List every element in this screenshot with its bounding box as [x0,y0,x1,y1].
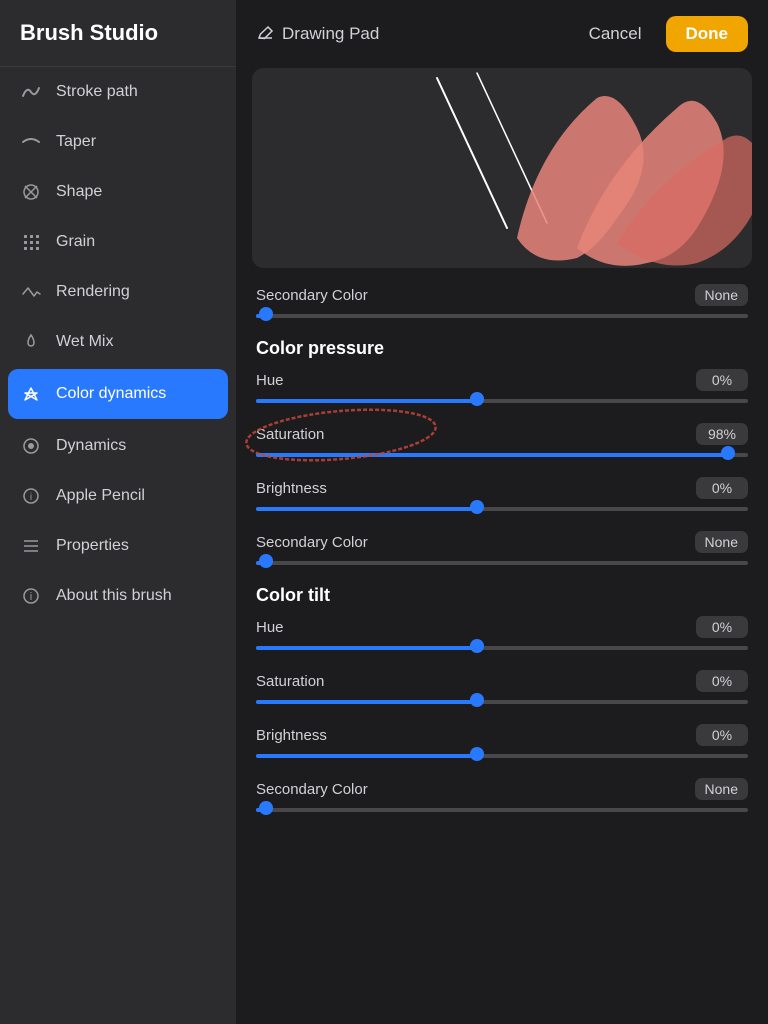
sidebar: Brush Studio Stroke path Taper Shape Gra… [0,0,236,1024]
ct-hue-slider[interactable] [256,644,748,652]
drawing-pad-header: Drawing Pad [256,24,379,44]
cp-secondary-value: None [695,531,748,553]
ct-secondary-slider[interactable] [256,806,748,814]
header: Drawing Pad Cancel Done [236,0,768,68]
sidebar-label-dynamics: Dynamics [56,437,126,455]
sidebar-label-apple-pencil: Apple Pencil [56,487,145,505]
sidebar-item-rendering[interactable]: Rendering [0,267,236,317]
sidebar-item-grain[interactable]: Grain [0,217,236,267]
dynamics-icon [20,435,42,457]
apple-pencil-icon: i [20,485,42,507]
sidebar-item-taper[interactable]: Taper [0,117,236,167]
cp-brightness-value: 0% [696,477,748,499]
sidebar-label-grain: Grain [56,233,95,251]
cp-hue-label: Hue [256,372,284,389]
sidebar-label-shape: Shape [56,183,102,201]
cp-saturation-thumb[interactable] [721,446,735,460]
secondary-color-top-header: Secondary Color None [256,284,748,306]
color-tilt-secondary-row: Secondary Color None [256,778,748,814]
ct-hue-value: 0% [696,616,748,638]
taper-icon [20,131,42,153]
ct-brightness-label: Brightness [256,727,327,744]
sidebar-item-dynamics[interactable]: Dynamics [0,421,236,471]
shape-icon [20,181,42,203]
color-dynamics-icon [20,383,42,405]
ct-brightness-thumb[interactable] [470,747,484,761]
color-pressure-section: Color pressure Hue 0% Saturation 98% [256,338,748,567]
secondary-color-top-value: None [695,284,748,306]
cp-saturation-value: 98% [696,423,748,445]
cp-brightness-slider[interactable] [256,505,748,513]
cp-saturation-slider[interactable] [256,451,748,459]
ct-secondary-value: None [695,778,748,800]
ct-saturation-slider[interactable] [256,698,748,706]
ct-brightness-slider[interactable] [256,752,748,760]
brush-canvas-svg [252,68,752,268]
sidebar-item-properties[interactable]: Properties [0,521,236,571]
sidebar-label-about: About this brush [56,587,172,605]
cp-hue-thumb[interactable] [470,392,484,406]
sidebar-item-stroke-path[interactable]: Stroke path [0,67,236,117]
secondary-color-top-thumb[interactable] [259,307,273,321]
cp-brightness-label: Brightness [256,480,327,497]
secondary-color-top-label: Secondary Color [256,287,368,304]
cp-hue-slider[interactable] [256,397,748,405]
properties-icon [20,535,42,557]
grain-icon [20,231,42,253]
cancel-button[interactable]: Cancel [577,18,654,50]
ct-hue-label: Hue [256,619,284,636]
color-tilt-section: Color tilt Hue 0% Saturation 0% [256,585,748,814]
cp-secondary-slider[interactable] [256,559,748,567]
ct-saturation-value: 0% [696,670,748,692]
ct-saturation-label: Saturation [256,673,324,690]
sidebar-item-about[interactable]: i About this brush [0,571,236,621]
secondary-color-top-slider[interactable] [256,312,748,320]
cp-brightness-thumb[interactable] [470,500,484,514]
sidebar-label-rendering: Rendering [56,283,130,301]
cp-secondary-label: Secondary Color [256,534,368,551]
sidebar-label-wet-mix: Wet Mix [56,333,113,351]
header-actions: Cancel Done [577,16,748,52]
brush-preview [252,68,752,268]
app-title: Brush Studio [0,0,236,67]
ct-saturation-thumb[interactable] [470,693,484,707]
cp-hue-value: 0% [696,369,748,391]
sidebar-item-color-dynamics[interactable]: Color dynamics [8,369,228,419]
done-button[interactable]: Done [666,16,749,52]
color-tilt-saturation-row: Saturation 0% [256,670,748,706]
sidebar-item-apple-pencil[interactable]: i Apple Pencil [0,471,236,521]
sidebar-item-shape[interactable]: Shape [0,167,236,217]
secondary-color-top-row: Secondary Color None [256,284,748,320]
color-pressure-secondary-row: Secondary Color None [256,531,748,567]
sidebar-label-taper: Taper [56,133,96,151]
color-pressure-hue-row: Hue 0% [256,369,748,405]
sidebar-item-wet-mix[interactable]: Wet Mix [0,317,236,367]
cp-saturation-label: Saturation [256,426,324,443]
color-tilt-brightness-row: Brightness 0% [256,724,748,760]
secondary-color-top-track [256,314,748,318]
rendering-icon [20,281,42,303]
ct-hue-thumb[interactable] [470,639,484,653]
ct-secondary-label: Secondary Color [256,781,368,798]
sidebar-label-properties: Properties [56,537,129,555]
settings-scroll[interactable]: Secondary Color None Color pressure Hue … [236,284,768,1024]
cp-secondary-thumb[interactable] [259,554,273,568]
sidebar-label-stroke-path: Stroke path [56,83,138,101]
edit-icon [256,25,274,43]
main-content: Drawing Pad Cancel Done Secondary Color … [236,0,768,1024]
svg-text:i: i [30,492,32,503]
ct-secondary-thumb[interactable] [259,801,273,815]
about-icon: i [20,585,42,607]
drawing-pad-label: Drawing Pad [282,24,379,44]
sidebar-label-color-dynamics: Color dynamics [56,385,166,403]
svg-text:i: i [30,591,32,603]
color-tilt-title: Color tilt [256,585,748,606]
color-pressure-title: Color pressure [256,338,748,359]
color-pressure-brightness-row: Brightness 0% [256,477,748,513]
color-tilt-hue-row: Hue 0% [256,616,748,652]
color-pressure-saturation-row: Saturation 98% [256,423,748,459]
ct-brightness-value: 0% [696,724,748,746]
wet-mix-icon [20,331,42,353]
stroke-path-icon [20,81,42,103]
